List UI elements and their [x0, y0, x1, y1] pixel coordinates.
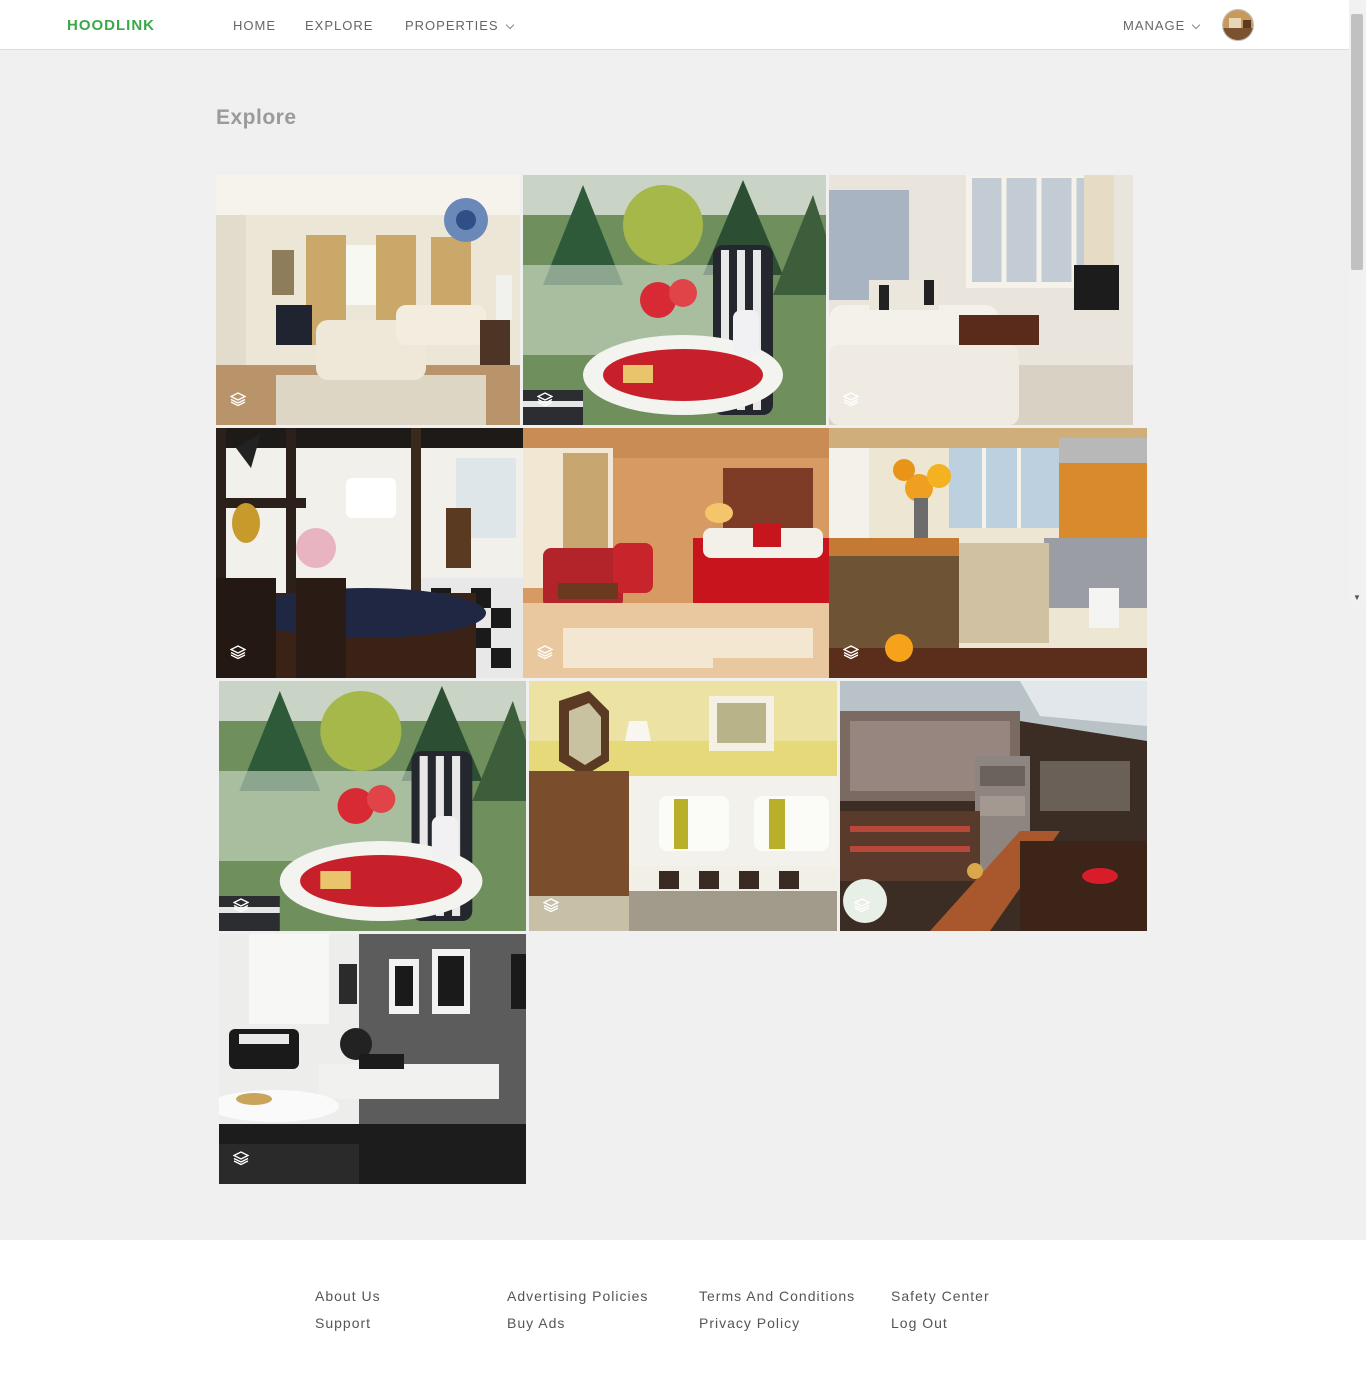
- gallery-tile[interactable]: [216, 175, 520, 425]
- layers-icon: [233, 898, 249, 913]
- page-scrollbar[interactable]: ▼: [1349, 0, 1366, 606]
- scroll-down-arrow-icon[interactable]: ▼: [1353, 594, 1361, 602]
- layers-icon: [230, 645, 246, 660]
- footer-link-privacy-policy[interactable]: Privacy Policy: [699, 1315, 800, 1331]
- chevron-down-icon: [505, 20, 514, 30]
- gallery-tile[interactable]: [216, 428, 526, 678]
- nav-home[interactable]: HOME: [233, 18, 276, 33]
- nav-properties[interactable]: PROPERTIES: [405, 18, 514, 33]
- top-navbar: HOODLINK HOME EXPLORE PROPERTIES MANAGE: [0, 0, 1349, 50]
- nav-explore[interactable]: EXPLORE: [305, 18, 373, 33]
- gallery-tile[interactable]: [523, 175, 826, 425]
- gallery-tile[interactable]: [219, 681, 526, 931]
- layers-icon: [854, 898, 870, 913]
- footer-link-log-out[interactable]: Log Out: [891, 1315, 948, 1331]
- layers-icon: [537, 645, 553, 660]
- page-title: Explore: [216, 106, 297, 129]
- nav-properties-label: PROPERTIES: [405, 18, 499, 33]
- nav-manage-label: MANAGE: [1123, 18, 1186, 33]
- brand-logo[interactable]: HOODLINK: [67, 17, 155, 34]
- layers-icon: [843, 392, 859, 407]
- layers-icon: [233, 1151, 249, 1166]
- gallery-tile[interactable]: [219, 934, 526, 1184]
- footer-link-support[interactable]: Support: [315, 1315, 371, 1331]
- layers-icon: [843, 645, 859, 660]
- footer-link-safety-center[interactable]: Safety Center: [891, 1288, 990, 1304]
- nav-manage[interactable]: MANAGE: [1123, 18, 1201, 33]
- gallery-tile[interactable]: [829, 428, 1147, 678]
- chevron-down-icon: [1192, 20, 1201, 30]
- layers-icon: [537, 392, 553, 407]
- page-footer: About Us Support Advertising Policies Bu…: [0, 1240, 1366, 1380]
- gallery-tile[interactable]: [529, 681, 837, 931]
- gallery-tile[interactable]: [840, 681, 1147, 931]
- footer-link-buy-ads[interactable]: Buy Ads: [507, 1315, 565, 1331]
- layers-icon: [230, 392, 246, 407]
- layers-icon: [543, 898, 559, 913]
- footer-link-about-us[interactable]: About Us: [315, 1288, 381, 1304]
- scrollbar-thumb[interactable]: [1351, 14, 1363, 270]
- gallery-tile[interactable]: [829, 175, 1133, 425]
- footer-link-terms[interactable]: Terms And Conditions: [699, 1288, 855, 1304]
- gallery-tile[interactable]: [523, 428, 837, 678]
- footer-link-advertising-policies[interactable]: Advertising Policies: [507, 1288, 648, 1304]
- user-avatar[interactable]: [1222, 9, 1254, 41]
